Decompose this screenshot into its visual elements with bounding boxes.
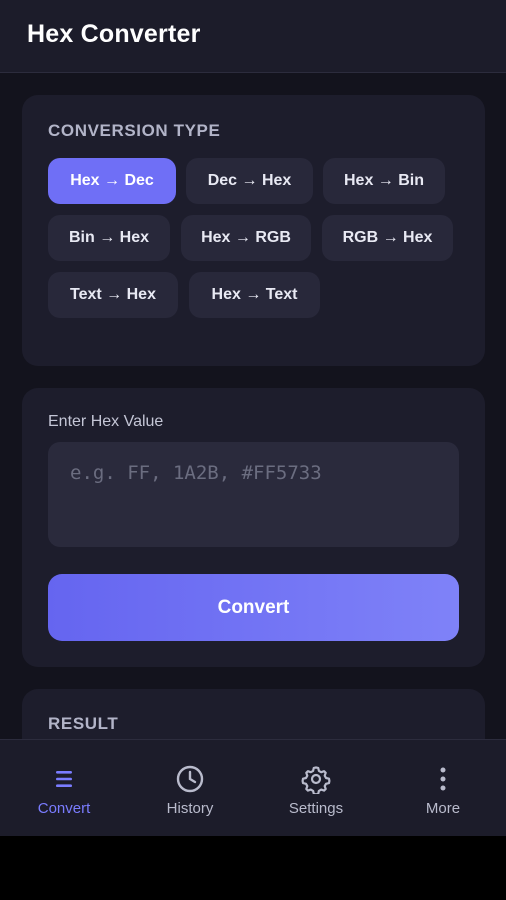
menu-lines-icon [49,764,79,794]
chip-dec-to-hex[interactable]: Dec → Hex [186,158,313,204]
nav-settings[interactable]: Settings [253,740,379,836]
nav-convert[interactable]: Convert [1,740,127,836]
page-title: Hex Converter [27,20,201,48]
chip-hex-to-bin[interactable]: Hex → Bin [323,158,445,204]
hex-input-label: Enter Hex Value [48,413,164,430]
hex-input[interactable] [48,442,459,547]
clock-icon [175,764,205,794]
chip-hex-to-rgb[interactable]: Hex → RGB [181,215,311,261]
chip-text-to-hex[interactable]: Text → Hex [48,272,178,318]
chip-hex-to-dec[interactable]: Hex → Dec [48,158,176,204]
chip-hex-to-text[interactable]: Hex → Text [189,272,320,318]
conversion-type-card: CONVERSION TYPE Hex → Dec Dec → Hex Hex … [22,95,485,366]
nav-history[interactable]: History [127,740,253,836]
chip-bin-to-hex[interactable]: Bin → Hex [48,215,170,261]
convert-button[interactable]: Convert [48,574,459,641]
nav-more[interactable]: More [380,740,506,836]
app-screen: Hex Converter CONVERSION TYPE Hex → Dec … [0,0,506,836]
nav-convert-label: Convert [37,800,91,817]
bottom-nav: Convert History Settings More [0,739,506,836]
nav-settings-label: Settings [288,800,344,817]
app-header: Hex Converter [0,0,506,73]
conversion-type-heading: CONVERSION TYPE [48,121,221,140]
chip-rgb-to-hex[interactable]: RGB → Hex [322,215,453,261]
input-card: Enter Hex Value Convert [22,388,485,667]
result-heading: RESULT [48,714,119,733]
nav-more-label: More [425,800,461,817]
more-vertical-icon [428,764,458,794]
gear-icon [301,764,331,794]
nav-history-label: History [166,800,214,817]
